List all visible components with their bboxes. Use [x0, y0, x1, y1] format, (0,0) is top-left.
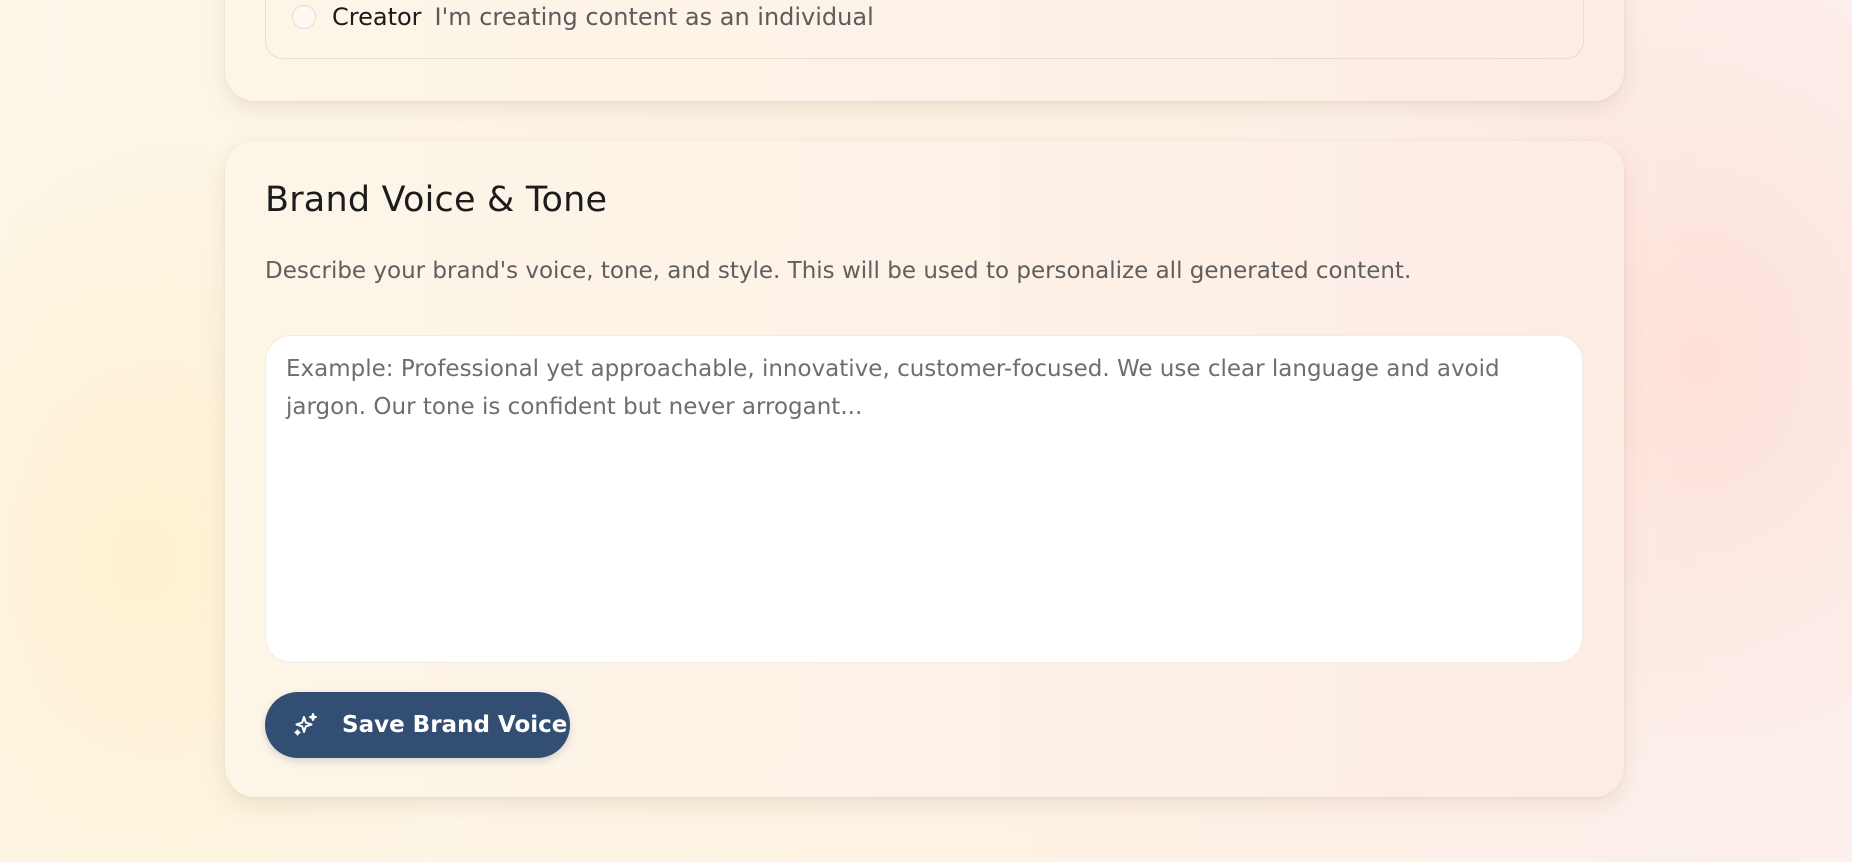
option-creator[interactable]: Creator I'm creating content as an indiv… [265, 0, 1584, 59]
brand-voice-textarea[interactable] [265, 335, 1583, 663]
option-title: Creator [332, 3, 422, 31]
business-type-card: Creator I'm creating content as an indiv… [225, 0, 1624, 101]
sparkles-icon [292, 711, 320, 739]
save-brand-voice-button[interactable]: Save Brand Voice [265, 692, 570, 758]
radio-button[interactable] [292, 5, 316, 29]
option-creator-row[interactable]: Creator I'm creating content as an indiv… [292, 0, 874, 34]
save-button-label: Save Brand Voice [342, 712, 568, 738]
brand-voice-card: Brand Voice & Tone Describe your brand's… [225, 141, 1624, 797]
section-description: Describe your brand's voice, tone, and s… [265, 258, 1412, 284]
option-description: I'm creating content as an individual [434, 3, 874, 31]
section-title: Brand Voice & Tone [265, 180, 608, 220]
